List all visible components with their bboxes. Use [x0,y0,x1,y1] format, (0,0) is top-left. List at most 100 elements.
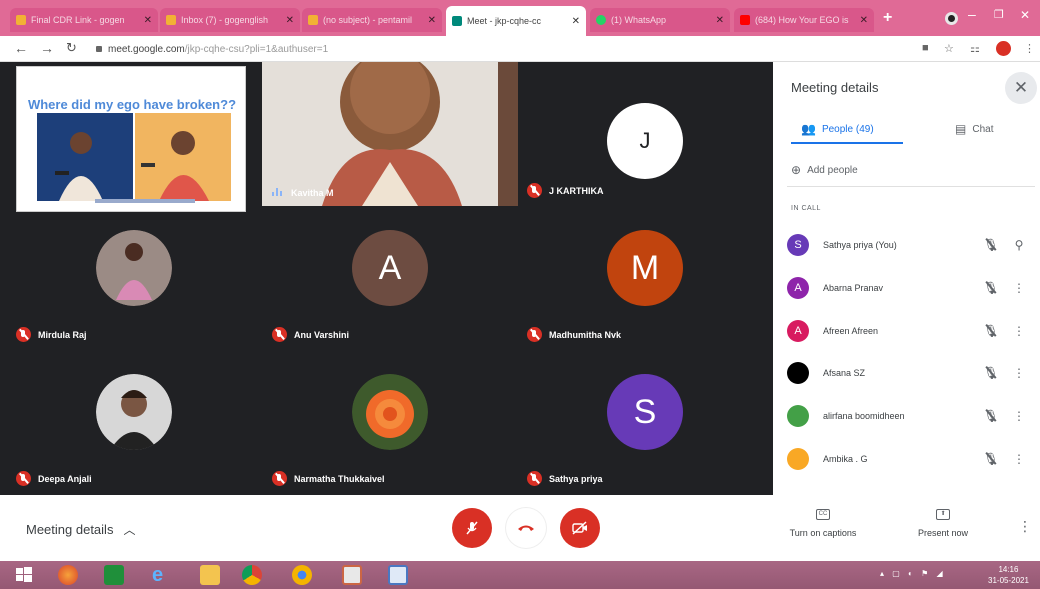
in-call-label: IN CALL [791,205,821,212]
minimize-button[interactable]: – [968,6,976,22]
extension-badge-icon[interactable] [996,41,1011,56]
bookmark-star-icon[interactable]: ☆ [944,42,954,55]
new-tab-button[interactable]: + [883,9,892,27]
video-tile[interactable]: J J KARTHIKA [517,62,773,206]
taskbar-clock[interactable]: 14:16 31-05-2021 [988,564,1029,586]
mic-off-icon: 🎙 [973,324,1009,338]
tab-close-icon[interactable]: ✕ [572,16,580,27]
leave-call-button[interactable] [506,508,546,548]
tab-title: (1) WhatsApp [611,15,667,25]
add-person-icon: ⊕ [791,163,802,177]
toggle-mic-button[interactable] [452,508,492,548]
more-options-icon[interactable]: ⋮ [1009,281,1029,295]
excel-icon[interactable] [104,565,124,585]
browser-tab-bar: Final CDR Link - gogen ✕ Inbox (7) - gog… [0,0,1040,36]
browser-tab[interactable]: (684) How Your EGO is ✕ [734,8,874,32]
browser-menu-icon[interactable]: ⋮ [1024,42,1035,55]
more-options-icon[interactable]: ⋮ [1018,518,1032,535]
pin-icon[interactable]: ⚲ [1009,238,1029,252]
participant-avatar: A [787,320,809,342]
chat-icon: ▤ [955,122,967,136]
add-people-button[interactable]: ⊕ Add people [791,163,858,177]
browser-tab[interactable]: (1) WhatsApp ✕ [590,8,730,32]
participant-photo-avatar [96,374,172,450]
participant-avatar: S [607,374,683,450]
participant-list-item[interactable]: A Afreen Afreen 🎙 ⋮ [787,311,1037,351]
tab-title: Meet - jkp-cqhe-cc [467,16,542,26]
participant-list-item[interactable]: Afsana SZ 🎙 ⋮ [787,353,1037,393]
browser-tab-active[interactable]: Meet - jkp-cqhe-cc ✕ [446,6,586,36]
people-icon: 👥 [801,122,816,136]
participant-name: Sathya priya (You) [823,240,897,250]
snipping-tool-icon[interactable] [388,565,408,585]
chrome-profile-icon[interactable] [292,565,312,585]
video-tile[interactable]: Deepa Anjali [6,350,262,494]
profile-icon[interactable] [945,12,958,25]
url-field[interactable]: meet.google.com /jkp-cqhe-csu?pli=1&auth… [96,41,906,57]
camera-indicator-icon[interactable]: ■ [922,42,929,54]
captions-icon: CC [816,509,830,520]
windows-start-icon[interactable] [14,565,34,585]
browser-tab[interactable]: (no subject) - pentamil ✕ [302,8,442,32]
mic-off-icon: 🎙 [973,281,1009,295]
video-tile[interactable]: Kavitha M [262,62,518,206]
tab-close-icon[interactable]: ✕ [428,15,436,26]
tab-close-icon[interactable]: ✕ [716,15,724,26]
participant-list-item[interactable]: Ambika . G 🎙 ⋮ [787,439,1037,479]
active-tab-indicator [791,142,903,144]
system-tray-icons[interactable]: ▴ ▢ ◐ ⚑ ◢ [880,569,946,578]
video-tile[interactable]: S Sathya priya [517,350,773,494]
participant-list-item[interactable]: alirfana boomidheen 🎙 ⋮ [787,396,1037,436]
participant-name: Afsana SZ [823,368,866,378]
presentation-tile[interactable]: Where did my ego have broken?? [16,66,246,212]
participant-avatar: S [787,234,809,256]
video-tile[interactable]: Narmatha Thukkaivel [262,350,518,494]
participant-name-tag: Kavitha M [272,188,334,198]
mic-off-icon: 🎙 [973,366,1009,380]
tab-close-icon[interactable]: ✕ [144,15,152,26]
mic-off-icon: 🎙 [973,238,1009,252]
camera-off-icon [572,521,587,535]
participant-name: alirfana boomidheen [823,411,905,421]
participant-avatar [787,362,809,384]
video-tile[interactable]: M Madhumitha Nvk [517,206,773,350]
close-icon: ✕ [1013,78,1029,97]
video-tile[interactable]: A Anu Varshini [262,206,518,350]
tab-favicon-icon [166,15,176,25]
tab-title: (no subject) - pentamil [323,15,413,25]
more-options-icon[interactable]: ⋮ [1009,409,1029,423]
youtube-favicon-icon [740,15,750,25]
close-window-button[interactable]: ✕ [1020,8,1030,22]
forward-arrow-icon[interactable]: → [40,40,54,56]
video-tile[interactable]: Mirdula Raj [6,206,262,350]
file-explorer-icon[interactable] [200,565,220,585]
participant-list-item[interactable]: S Sathya priya (You) 🎙 ⚲ [787,225,1037,265]
tab-chat[interactable]: ▤ Chat [955,122,993,136]
tab-title: Inbox (7) - gogenglish [181,15,269,25]
more-options-icon[interactable]: ⋮ [1009,366,1029,380]
present-now-button[interactable]: ⬆ Present now [908,507,978,538]
back-arrow-icon[interactable]: ← [14,40,28,56]
more-options-icon[interactable]: ⋮ [1009,452,1029,466]
extension-icon[interactable]: ⚏ [970,42,980,55]
captions-button[interactable]: CC Turn on captions [782,507,864,538]
toggle-camera-button[interactable] [560,508,600,548]
paint-icon[interactable] [342,565,362,585]
browser-tab[interactable]: Inbox (7) - gogenglish ✕ [160,8,300,32]
mic-off-icon [16,471,31,486]
participant-name: Ambika . G [823,454,868,464]
meeting-details-button[interactable]: Meeting details ︿ [26,521,135,538]
participant-avatar [787,448,809,470]
more-options-icon[interactable]: ⋮ [1009,324,1029,338]
browser-tab[interactable]: Final CDR Link - gogen ✕ [10,8,158,32]
chrome-icon[interactable] [242,565,262,585]
reload-icon[interactable]: ↻ [66,40,77,56]
participant-list-item[interactable]: A Abarna Pranav 🎙 ⋮ [787,268,1037,308]
tab-close-icon[interactable]: ✕ [286,15,294,26]
close-panel-button[interactable]: ✕ [1005,72,1037,104]
firefox-icon[interactable] [58,565,78,585]
tab-people[interactable]: 👥 People (49) [801,122,874,136]
tab-close-icon[interactable]: ✕ [860,15,868,26]
maximize-button[interactable]: ❐ [994,8,1004,21]
internet-explorer-icon[interactable]: e [152,565,172,585]
